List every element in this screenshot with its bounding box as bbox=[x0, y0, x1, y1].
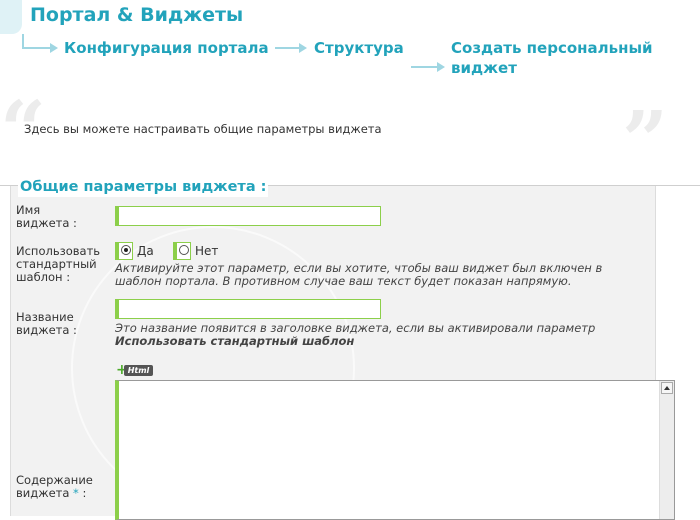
use-template-label: Использовать стандартный шаблон : bbox=[16, 244, 101, 284]
radio-yes[interactable] bbox=[121, 245, 131, 255]
content-label: Содержание виджета * : bbox=[16, 474, 106, 500]
widget-title-hint: Это название появится в заголовке виджет… bbox=[115, 322, 635, 348]
radio-no-wrapper[interactable] bbox=[173, 242, 191, 260]
radio-no-label[interactable]: Нет bbox=[195, 244, 218, 258]
widget-title-input[interactable] bbox=[115, 299, 381, 319]
title-tab-decoration bbox=[0, 0, 22, 34]
breadcrumb-arrow-icon bbox=[22, 43, 58, 53]
html-button-label: Html bbox=[124, 365, 153, 376]
widget-name-input[interactable] bbox=[115, 206, 381, 226]
breadcrumb-structure[interactable]: Структура bbox=[314, 38, 404, 58]
breadcrumb-portal-config[interactable]: Конфигурация портала bbox=[64, 38, 269, 58]
breadcrumb-arrow-icon bbox=[411, 62, 445, 72]
radio-yes-label[interactable]: Да bbox=[137, 244, 154, 258]
widget-name-label: Имя виджета : bbox=[16, 203, 77, 230]
widget-title-hint-bold: Использовать стандартный шаблон bbox=[115, 334, 355, 348]
content-label-suffix: : bbox=[82, 486, 87, 500]
html-editor-button[interactable]: + Html bbox=[116, 363, 154, 377]
radio-yes-wrapper[interactable] bbox=[115, 242, 133, 260]
breadcrumb-arrow-icon bbox=[275, 43, 307, 53]
scroll-up-icon[interactable] bbox=[661, 382, 673, 394]
breadcrumb-connector bbox=[22, 34, 24, 48]
breadcrumb-create-widget: Создать персональный виджет bbox=[451, 39, 653, 77]
page-title: Портал & Виджеты bbox=[30, 4, 244, 26]
intro-text: Здесь вы можете настраивать общие параме… bbox=[24, 122, 382, 136]
content-textarea[interactable] bbox=[115, 380, 675, 520]
textarea-scrollbar[interactable] bbox=[659, 381, 674, 519]
widget-title-label: Название виджета : bbox=[16, 310, 77, 337]
use-template-hint: Активируйте этот параметр, если вы хотит… bbox=[115, 261, 603, 288]
close-quote-icon: ” bbox=[622, 93, 669, 187]
section-title: Общие параметры виджета : bbox=[18, 177, 269, 197]
radio-no[interactable] bbox=[179, 245, 189, 255]
required-mark: * bbox=[73, 486, 79, 500]
widget-title-hint-text: Это название появится в заголовке виджет… bbox=[115, 321, 596, 335]
